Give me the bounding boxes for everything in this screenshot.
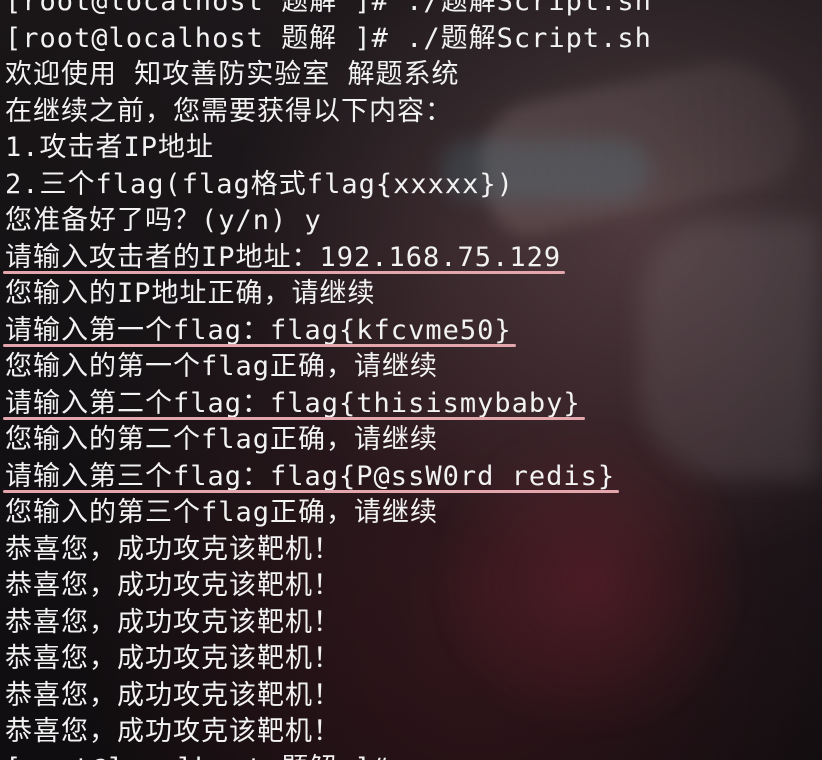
terminal-line-text: 恭喜您，成功攻克该靶机！ [5, 643, 341, 674]
terminal-line-text: 恭喜您，成功攻克该靶机！ [5, 606, 341, 638]
terminal-line-text: 2.三个flag(flag格式flag{xxxxx}) [5, 168, 514, 200]
terminal-line-text: 恭喜您，成功攻克该靶机！ [5, 570, 341, 601]
terminal-line: 恭喜您，成功攻克该靶机！ [5, 678, 652, 715]
terminal-line-text: 在继续之前，您需要获得以下内容： [5, 95, 453, 127]
terminal-line-text: 恭喜您，成功攻克该靶机！ [5, 679, 341, 711]
terminal-output: [root@localhost 题解 ]# ./题解Script.sh [root… [3, 0, 652, 760]
terminal-line: 1.攻击者IP地址 [5, 130, 652, 167]
terminal-line: 您输入的第二个flag正确，请继续 [5, 422, 652, 459]
terminal-line-text: 请输入第一个flag：flag{kfcvme50} [3, 313, 516, 350]
highlight-underline [3, 417, 585, 420]
terminal-line: [root@localhost 题解 ]# [5, 751, 652, 760]
terminal-line: 恭喜您，成功攻克该靶机！ [5, 714, 652, 751]
terminal-line-text: 恭喜您，成功攻克该靶机！ [5, 533, 341, 565]
terminal-line-highlighted: 请输入攻击者的IP地址：192.168.75.129 [3, 240, 652, 277]
terminal-line-text: [root@localhost 题解 ]# ./题解Script.sh [5, 0, 652, 17]
terminal-line-text: 请输入第二个flag：flag{thisismybaby} [3, 386, 585, 423]
terminal-line-text: 恭喜您，成功攻克该靶机！ [5, 716, 341, 747]
terminal-line-highlighted: 请输入第三个flag：flag{P@ssW0rd_redis} [3, 459, 652, 496]
terminal-line-text: 您输入的IP地址正确，请继续 [5, 278, 376, 309]
terminal-line-text: 请输入攻击者的IP地址：192.168.75.129 [3, 240, 566, 277]
terminal-window[interactable]: [root@localhost 题解 ]# ./题解Script.sh [root… [0, 0, 822, 760]
terminal-line-text: 1.攻击者IP地址 [5, 132, 215, 163]
terminal-line: 恭喜您，成功攻克该靶机！ [5, 605, 652, 642]
terminal-line-text: [root@localhost 题解 ]# ./题解Script.sh [5, 22, 652, 54]
terminal-line: 恭喜您，成功攻克该靶机！ [5, 532, 652, 569]
terminal-line: 恭喜您，成功攻克该靶机！ [5, 568, 652, 605]
terminal-line-text: 请输入第三个flag：flag{P@ssW0rd_redis} [3, 459, 620, 496]
terminal-line-text: 您输入的第一个flag正确，请继续 [5, 351, 439, 382]
terminal-line-text: 您输入的第三个flag正确，请继续 [5, 497, 439, 528]
terminal-line: 您输入的第三个flag正确，请继续 [5, 495, 652, 532]
terminal-line: 您准备好了吗？(y/n) y [5, 203, 652, 240]
terminal-line-text: [root@localhost 题解 ]# [5, 751, 389, 760]
terminal-line: 在继续之前，您需要获得以下内容： [5, 94, 652, 131]
terminal-line-highlighted: 请输入第一个flag：flag{kfcvme50} [3, 313, 652, 350]
terminal-line: 欢迎使用 知攻善防实验室 解题系统 [5, 57, 652, 94]
terminal-line: 恭喜您，成功攻克该靶机！ [5, 641, 652, 678]
terminal-line-text: 您准备好了吗？(y/n) y [5, 205, 322, 236]
terminal-line-highlighted: 请输入第二个flag：flag{thisismybaby} [3, 386, 652, 423]
terminal-line: 您输入的第一个flag正确，请继续 [5, 349, 652, 386]
highlight-underline [3, 271, 566, 274]
terminal-line: 2.三个flag(flag格式flag{xxxxx}) [5, 167, 652, 204]
terminal-line: [root@localhost 题解 ]# ./题解Script.sh [5, 21, 652, 58]
terminal-line: [root@localhost 题解 ]# ./题解Script.sh [5, 0, 652, 21]
highlight-underline [3, 490, 620, 493]
terminal-line-text: 欢迎使用 知攻善防实验室 解题系统 [5, 59, 460, 90]
highlight-underline [3, 344, 516, 347]
terminal-line: 您输入的IP地址正确，请继续 [5, 276, 652, 313]
wallpaper-face [640, 220, 820, 480]
terminal-line-text: 您输入的第二个flag正确，请继续 [5, 424, 439, 455]
